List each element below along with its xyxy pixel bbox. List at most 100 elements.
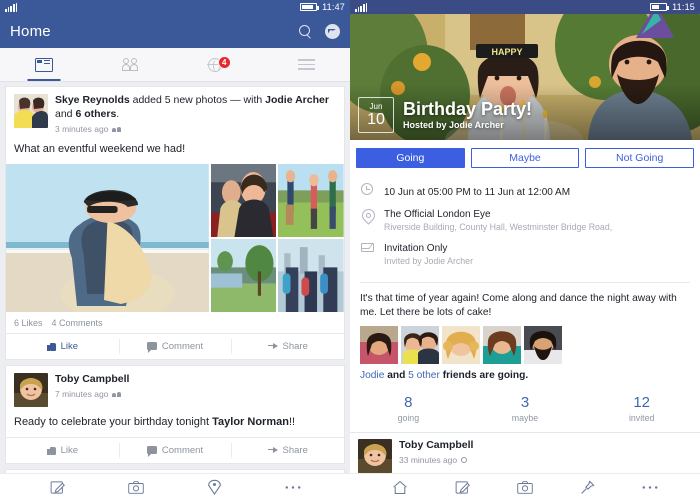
event-detail-time[interactable]: 10 Jun at 05:00 PM to 11 Jun at 12:00 AM: [360, 178, 690, 204]
search-icon[interactable]: [299, 24, 312, 38]
comment-count[interactable]: 4 Comments: [52, 318, 103, 328]
tab-more-menu[interactable]: [263, 48, 351, 81]
feed-post-skye-reynolds: Skye Reynolds added 5 new photos — with …: [5, 86, 345, 360]
photo-park-friends: [278, 163, 345, 237]
like-button[interactable]: Like: [6, 334, 119, 359]
thumbs-up-icon: [46, 342, 56, 351]
envelope-icon: [360, 242, 374, 252]
post-message: Ready to celebrate your birthday tonight…: [14, 415, 296, 428]
signal-bars-icon: [355, 2, 368, 12]
tab-news-feed[interactable]: [0, 48, 88, 81]
tab-notifications[interactable]: 4: [175, 48, 263, 81]
news-feed-list[interactable]: Skye Reynolds added 5 new photos — with …: [0, 82, 350, 473]
tagged-friend[interactable]: Jodie Archer: [265, 94, 329, 106]
camera-icon[interactable]: [517, 480, 533, 495]
share-icon: [267, 446, 278, 455]
post-author[interactable]: Toby Campbell: [55, 373, 129, 385]
photo-lake-tree: [210, 238, 277, 312]
compose-icon[interactable]: [455, 480, 470, 495]
clock-icon: [361, 183, 373, 195]
friend-avatar[interactable]: [483, 325, 521, 364]
photo-item[interactable]: [210, 238, 277, 312]
post-actions: Like Comment Share: [6, 436, 344, 463]
share-button[interactable]: Share: [231, 334, 344, 359]
going-label: going: [397, 412, 420, 423]
invited-number: 12: [633, 393, 651, 411]
count-going[interactable]: 8 going: [350, 394, 467, 423]
event-details: 10 Jun at 05:00 PM to 11 Jun at 12:00 AM…: [350, 175, 700, 278]
going-friends-avatars[interactable]: [350, 325, 700, 370]
post-stats: 6 Likes 4 Comments: [6, 312, 344, 333]
ellipsis-icon[interactable]: [285, 485, 301, 490]
photo-item[interactable]: [278, 238, 345, 312]
event-detail-privacy[interactable]: Invitation Only Invited by Jodie Archer: [360, 238, 690, 272]
comment-icon: [146, 342, 157, 353]
rsvp-going-button[interactable]: Going: [356, 148, 465, 168]
avatar[interactable]: [358, 438, 392, 473]
hamburger-menu-icon: [297, 56, 315, 73]
ellipsis-icon[interactable]: [642, 485, 658, 490]
event-attendance-counts: 8 going 3 maybe 12 invited: [350, 388, 700, 432]
rsvp-button-group: Going Maybe Not Going: [350, 140, 700, 175]
compose-icon[interactable]: [50, 480, 65, 495]
page-title: Home: [10, 22, 51, 40]
event-detail-location[interactable]: The Official London Eye Riverside Buildi…: [360, 204, 690, 238]
friend-avatar-image: [360, 325, 398, 364]
event-cover-photo[interactable]: HAPPY 11:15 Jun 10 Birthday Party! Hoste…: [350, 0, 700, 140]
check-in-icon[interactable]: [207, 479, 222, 495]
rsvp-not-going-button[interactable]: Not Going: [585, 148, 695, 168]
avatar-image: [358, 438, 392, 473]
event-month: Jun: [369, 101, 383, 111]
other-friends-link[interactable]: 5 other: [408, 370, 440, 381]
facebook-app-header: Home: [0, 14, 350, 48]
post-headline: Toby Campbell: [399, 439, 692, 453]
svg-text:HAPPY: HAPPY: [491, 47, 522, 57]
friend-avatar[interactable]: [442, 325, 480, 364]
camera-icon[interactable]: [127, 480, 144, 495]
post-author[interactable]: Skye Reynolds: [55, 94, 130, 106]
post-timestamp: 33 minutes ago: [399, 454, 458, 465]
comment-button[interactable]: Comment: [118, 334, 232, 359]
photo-item[interactable]: [210, 163, 277, 237]
event-venue-name: The Official London Eye: [384, 209, 491, 220]
tagged-friend[interactable]: Taylor Norman: [212, 416, 289, 428]
tab-friend-requests[interactable]: [88, 48, 176, 81]
share-icon: [267, 342, 278, 351]
count-invited[interactable]: 12 invited: [583, 394, 700, 423]
post-author[interactable]: Toby Campbell: [399, 439, 473, 451]
dual-phone-screenshot: 11:47 Home 4 Skye Reynolds added 5 new p…: [0, 0, 700, 500]
photo-item[interactable]: [6, 163, 209, 320]
avatar[interactable]: [14, 372, 48, 407]
count-maybe[interactable]: 3 maybe: [467, 394, 584, 423]
comment-button[interactable]: Comment: [118, 438, 232, 463]
event-host: Hosted by Jodie Archer: [403, 120, 504, 131]
event-venue-address: Riverside Building, County Hall, Westmin…: [384, 222, 613, 232]
battery-low-icon: [650, 3, 670, 11]
public-audience-icon: [461, 456, 468, 463]
like-count[interactable]: 6 Likes: [14, 318, 43, 328]
maybe-number: 3: [520, 393, 530, 411]
pushpin-icon[interactable]: [580, 480, 595, 495]
post-photo-grid[interactable]: [6, 163, 345, 320]
battery-icon: [300, 3, 320, 11]
friend-avatar[interactable]: [360, 325, 398, 364]
photo-car-couple: [210, 163, 277, 237]
friend-link-jodie[interactable]: Jodie: [360, 370, 384, 381]
tagged-others[interactable]: 6 others: [75, 108, 116, 120]
photo-item[interactable]: [278, 163, 345, 237]
right-status-bar: 11:15: [350, 0, 700, 14]
post-message: What an eventful weekend we had!: [14, 142, 186, 155]
like-button[interactable]: Like: [6, 438, 119, 463]
avatar[interactable]: [14, 94, 48, 128]
avatar-image: [14, 94, 48, 128]
signal-bars-icon: [5, 2, 18, 12]
messenger-icon[interactable]: [325, 23, 340, 39]
facebook-tab-bar: 4: [0, 48, 350, 82]
home-icon[interactable]: [392, 480, 408, 495]
post-timestamp-row: 3 minutes ago: [55, 124, 336, 134]
friend-avatar[interactable]: [524, 325, 562, 364]
right-phone-facebook-event: HAPPY 11:15 Jun 10 Birthday Party! Hoste…: [350, 0, 700, 500]
share-button[interactable]: Share: [231, 438, 344, 463]
friend-avatar[interactable]: [401, 325, 439, 364]
rsvp-maybe-button[interactable]: Maybe: [470, 148, 580, 168]
